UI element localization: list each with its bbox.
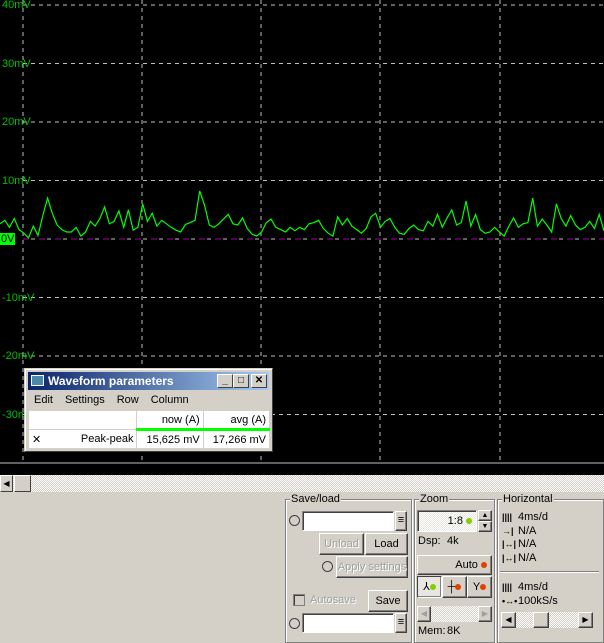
menu-row[interactable]: Row xyxy=(111,391,145,409)
bottom-file-input[interactable] xyxy=(302,613,394,633)
horizontal-scrollbar[interactable]: ◀ xyxy=(0,475,604,492)
dsp-value: 4k xyxy=(447,535,459,547)
top-file-input[interactable] xyxy=(302,511,394,531)
auto-status-dot-icon xyxy=(481,562,487,569)
zoom-scroll-right[interactable]: ▶ xyxy=(478,606,492,622)
zoom-group: Zoom 1:8 ▲ ▼ Dsp: 4k Auto ⅄ ┼ Y ◀ ▶ Mem:… xyxy=(414,493,495,643)
grid-bars-icon: |||| xyxy=(502,582,513,592)
trigger-mode-3-button[interactable]: Y xyxy=(467,576,492,598)
zoom-ratio: 1:8 xyxy=(447,515,463,527)
column-now[interactable]: now (A) xyxy=(136,410,204,431)
y-label-40mv: 40mV xyxy=(2,0,31,11)
menu-edit[interactable]: Edit xyxy=(28,391,59,409)
horizontal-title: Horizontal xyxy=(502,493,554,506)
horizontal-slider-thumb[interactable] xyxy=(533,612,549,628)
load-button[interactable]: Load xyxy=(365,533,408,555)
parameters-table: now (A) avg (A) ✕ Peak-peak 15,625 mV 17… xyxy=(27,410,271,449)
span-icon: |↔| xyxy=(502,539,517,549)
header-blank xyxy=(27,410,138,430)
sample-dots-icon: •↔• xyxy=(502,596,518,606)
window-titlebar[interactable]: Waveform parameters _ □ ✕ xyxy=(28,372,269,390)
trigger-mode-2-button[interactable]: ┼ xyxy=(442,576,467,598)
zoom-up-button[interactable]: ▲ xyxy=(478,510,492,521)
y-label-minus10mv: -10mV xyxy=(2,292,35,304)
value-avg: 17,266 mV xyxy=(202,429,271,449)
waveform-trace xyxy=(0,190,604,239)
scroll-left-button[interactable]: ◀ xyxy=(0,475,13,492)
window-title: Waveform parameters xyxy=(48,374,174,388)
horizontal-group: Horizontal |||| 4ms/d →| N/A |↔| N/A |↔| N/A… xyxy=(497,493,604,643)
zoom-ratio-field[interactable]: 1:8 xyxy=(417,510,477,532)
delay-value: N/A xyxy=(518,525,537,537)
auto-label: Auto xyxy=(455,559,478,571)
apply-settings-button[interactable]: Apply settings xyxy=(336,556,408,578)
time-div-value: 4ms/d xyxy=(518,511,548,523)
save-button[interactable]: Save xyxy=(368,590,408,612)
bottom-file-radio[interactable] xyxy=(289,618,300,629)
maximize-button[interactable]: □ xyxy=(233,374,249,388)
sample-rate-row: •↔•100kS/s xyxy=(502,595,558,608)
trigger-mode-1-button[interactable]: ⅄ xyxy=(417,576,442,598)
y-label-20mv: 20mV xyxy=(2,116,31,128)
grid-bars-icon: |||| xyxy=(502,512,513,522)
scroll-thumb[interactable] xyxy=(14,475,31,492)
time-div2-row: |||| 4ms/d xyxy=(502,581,548,594)
value-now: 15,625 mV xyxy=(136,429,204,449)
row-marker-icon[interactable]: ✕ xyxy=(28,429,45,449)
time-div-row: |||| 4ms/d xyxy=(502,511,548,524)
span-icon: |↔| xyxy=(502,553,517,563)
zoom-title: Zoom xyxy=(419,493,450,506)
y-label-30mv: 30mV xyxy=(2,58,31,70)
auto-button[interactable]: Auto xyxy=(417,555,492,575)
column-avg[interactable]: avg (A) xyxy=(202,410,271,431)
mem-value: 8K xyxy=(447,625,461,637)
save-load-group: Save/load ≡ Unload Load Apply settings A… xyxy=(285,493,412,643)
autosave-checkbox[interactable] xyxy=(293,594,305,606)
cursor1-value: N/A xyxy=(518,538,537,550)
arrow-to-bar-icon: →| xyxy=(502,526,514,536)
cursor2-value: N/A xyxy=(518,552,537,564)
delay-row: →| N/A xyxy=(502,525,536,538)
menu-bar: Edit Settings Row Column xyxy=(28,391,195,409)
horizontal-scroll-left[interactable]: ◀ xyxy=(501,612,516,628)
status-dot-icon xyxy=(455,584,462,591)
menu-settings[interactable]: Settings xyxy=(59,391,111,409)
mem-label: Mem: xyxy=(418,625,446,637)
table-row[interactable]: ✕ Peak-peak 15,625 mV 17,266 mV xyxy=(28,429,271,449)
top-file-browse-button[interactable]: ≡ xyxy=(395,511,407,531)
close-button[interactable]: ✕ xyxy=(251,374,267,388)
unload-button[interactable]: Unload xyxy=(319,533,364,555)
top-file-radio[interactable] xyxy=(289,515,300,526)
menu-column[interactable]: Column xyxy=(145,391,195,409)
y-label-10mv: 10mV xyxy=(2,175,31,187)
row-name: Peak-peak xyxy=(44,429,138,449)
y-label-0v[interactable]: 0V xyxy=(0,233,16,245)
dsp-label: Dsp: xyxy=(418,535,441,547)
zoom-scroll-left[interactable]: ◀ xyxy=(417,606,431,622)
status-dot-icon xyxy=(480,584,487,591)
autosave-label: Autosave xyxy=(310,594,356,606)
zoom-status-dot-icon xyxy=(466,518,472,525)
status-dot-icon xyxy=(429,584,436,591)
save-load-title: Save/load xyxy=(290,493,341,506)
app-icon xyxy=(31,375,44,386)
sample-rate-value: 100kS/s xyxy=(518,595,558,607)
apply-settings-radio[interactable] xyxy=(322,561,333,572)
horizontal-position-slider[interactable]: ◀ ▶ xyxy=(501,612,593,628)
waveform-parameters-window[interactable]: Waveform parameters _ □ ✕ Edit Settings … xyxy=(24,368,273,452)
bottom-file-browse-button[interactable]: ≡ xyxy=(395,613,407,633)
zoom-down-button[interactable]: ▼ xyxy=(478,521,492,532)
cursor1-row: |↔| N/A xyxy=(502,538,536,551)
time-div2-value: 4ms/d xyxy=(518,581,548,593)
divider xyxy=(500,571,599,573)
minimize-button[interactable]: _ xyxy=(217,374,233,388)
y-label-minus20mv: -20mV xyxy=(2,350,35,362)
cursor2-row: |↔| N/A xyxy=(502,552,536,565)
zoom-scrollbar[interactable]: ◀ ▶ xyxy=(417,606,492,622)
horizontal-scroll-right[interactable]: ▶ xyxy=(578,612,593,628)
